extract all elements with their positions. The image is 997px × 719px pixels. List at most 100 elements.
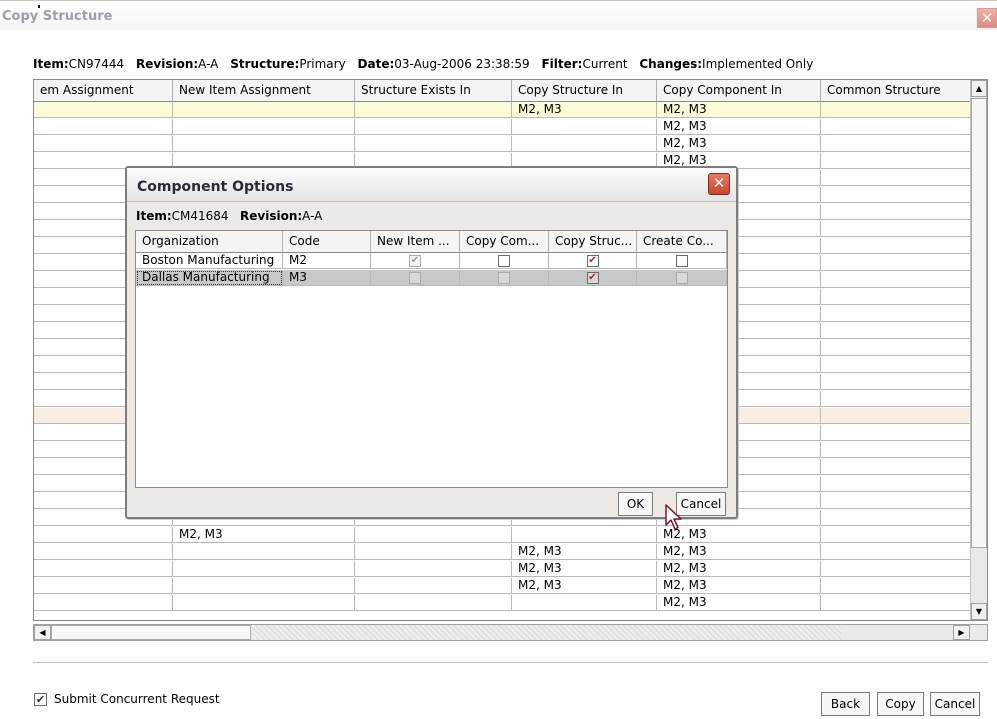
column-header[interactable]: Common Structure [821, 80, 972, 102]
dialog-column-header[interactable]: Organization [136, 231, 283, 253]
submit-request-checkbox[interactable]: ✔ [34, 692, 47, 706]
scroll-up-icon[interactable]: ▲ [971, 80, 987, 97]
scroll-right-icon[interactable]: ▶ [953, 625, 970, 640]
dialog-column-header[interactable]: Code [283, 231, 371, 253]
organization-row[interactable]: Dallas Manufacturing M3 ✔ [136, 270, 727, 286]
table-cell[interactable] [821, 272, 972, 288]
column-header[interactable]: em Assignment [34, 80, 173, 102]
table-cell[interactable] [821, 357, 972, 373]
table-cell[interactable]: M2, M3 [657, 544, 821, 560]
column-header[interactable]: Structure Exists In [355, 80, 512, 102]
table-cell[interactable] [821, 544, 972, 560]
table-cell[interactable]: M2, M3 [512, 578, 657, 594]
table-cell[interactable] [355, 102, 512, 118]
table-cell[interactable] [34, 544, 173, 560]
table-cell[interactable]: M2, M3 [512, 102, 657, 118]
table-cell[interactable] [821, 459, 972, 475]
back-button[interactable]: Back [821, 692, 870, 716]
table-cell[interactable]: M2, M3 [657, 595, 821, 611]
horizontal-scroll-thumb[interactable] [51, 625, 251, 640]
table-cell[interactable] [34, 595, 173, 611]
table-cell[interactable] [821, 306, 972, 322]
vertical-scrollbar[interactable]: ▲ ▼ [970, 80, 987, 620]
table-row[interactable]: M2, M3 M2, M3 [34, 578, 972, 594]
submit-concurrent-request[interactable]: ✔ Submit Concurrent Request [34, 692, 220, 706]
horizontal-scroll-track[interactable] [252, 625, 841, 640]
dialog-close-button[interactable]: ✕ [708, 173, 730, 195]
table-cell[interactable] [34, 119, 173, 135]
table-cell[interactable] [821, 561, 972, 577]
table-cell[interactable] [173, 578, 355, 594]
dialog-column-header[interactable]: New Item ... [371, 231, 460, 253]
table-cell[interactable] [821, 510, 972, 526]
table-cell[interactable] [821, 527, 972, 543]
table-cell[interactable]: M2, M3 [512, 561, 657, 577]
table-cell[interactable] [821, 204, 972, 220]
table-cell[interactable] [173, 119, 355, 135]
table-cell[interactable]: M2, M3 [512, 544, 657, 560]
table-cell[interactable]: M2, M3 [173, 527, 355, 543]
table-cell[interactable] [821, 493, 972, 509]
table-cell[interactable] [34, 578, 173, 594]
table-row[interactable]: M2, M3 M2, M3 [34, 561, 972, 577]
table-row[interactable]: M2, M3 [34, 119, 972, 135]
table-cell[interactable] [512, 595, 657, 611]
table-cell[interactable] [821, 323, 972, 339]
dialog-column-header[interactable]: Create Co... [637, 231, 727, 253]
table-cell[interactable] [821, 476, 972, 492]
table-cell[interactable] [173, 561, 355, 577]
table-cell[interactable] [821, 153, 972, 169]
horizontal-scrollbar[interactable]: ◀ ▶ [33, 624, 988, 641]
table-cell[interactable] [821, 255, 972, 271]
table-cell[interactable] [512, 136, 657, 152]
table-cell[interactable] [34, 561, 173, 577]
ok-button[interactable]: OK [618, 492, 653, 516]
table-cell[interactable] [821, 170, 972, 186]
column-header[interactable]: Copy Structure In [512, 80, 657, 102]
table-cell[interactable] [821, 442, 972, 458]
table-row[interactable]: M2, M3 M2, M3 [34, 527, 972, 543]
table-cell[interactable] [173, 136, 355, 152]
table-cell[interactable] [821, 289, 972, 305]
table-cell[interactable] [512, 119, 657, 135]
table-cell[interactable]: M2, M3 [657, 578, 821, 594]
dialog-column-header[interactable]: Copy Com... [460, 231, 549, 253]
column-header[interactable]: New Item Assignment [173, 80, 355, 102]
copy-structure-checkbox[interactable]: ✔ [586, 255, 599, 267]
dialog-column-header[interactable]: Copy Struc... [549, 231, 637, 253]
table-cell[interactable] [173, 544, 355, 560]
window-close-button[interactable]: ✕ [977, 8, 997, 28]
copy-structure-checkbox[interactable]: ✔ [586, 272, 599, 284]
table-cell[interactable] [34, 527, 173, 543]
table-cell[interactable] [821, 119, 972, 135]
table-cell[interactable] [821, 408, 972, 424]
table-cell[interactable]: M2, M3 [657, 119, 821, 135]
table-cell[interactable] [355, 136, 512, 152]
organization-row[interactable]: Boston Manufacturing M2 ✔ ✔ [136, 253, 727, 269]
table-cell[interactable] [355, 578, 512, 594]
table-cell[interactable] [821, 187, 972, 203]
table-cell[interactable] [821, 425, 972, 441]
create-common-checkbox[interactable] [675, 255, 688, 267]
table-cell[interactable] [821, 102, 972, 118]
table-cell[interactable] [355, 544, 512, 560]
table-row[interactable]: M2, M3 [34, 136, 972, 152]
table-cell[interactable] [355, 119, 512, 135]
table-cell[interactable] [821, 578, 972, 594]
table-cell[interactable] [512, 527, 657, 543]
table-cell[interactable] [173, 102, 355, 118]
table-cell[interactable]: M2, M3 [657, 561, 821, 577]
table-row[interactable]: M2, M3 M2, M3 [34, 102, 972, 118]
table-cell[interactable] [821, 221, 972, 237]
table-cell[interactable]: M2, M3 [657, 102, 821, 118]
table-cell[interactable] [821, 238, 972, 254]
table-cell[interactable] [821, 391, 972, 407]
table-cell[interactable] [355, 561, 512, 577]
copy-component-checkbox[interactable] [498, 255, 510, 267]
table-row[interactable]: M2, M3 [34, 595, 972, 611]
table-cell[interactable] [34, 136, 173, 152]
table-cell[interactable] [821, 136, 972, 152]
table-cell[interactable] [173, 595, 355, 611]
vertical-scroll-thumb[interactable] [971, 98, 987, 548]
cancel-button[interactable]: Cancel [930, 692, 980, 716]
